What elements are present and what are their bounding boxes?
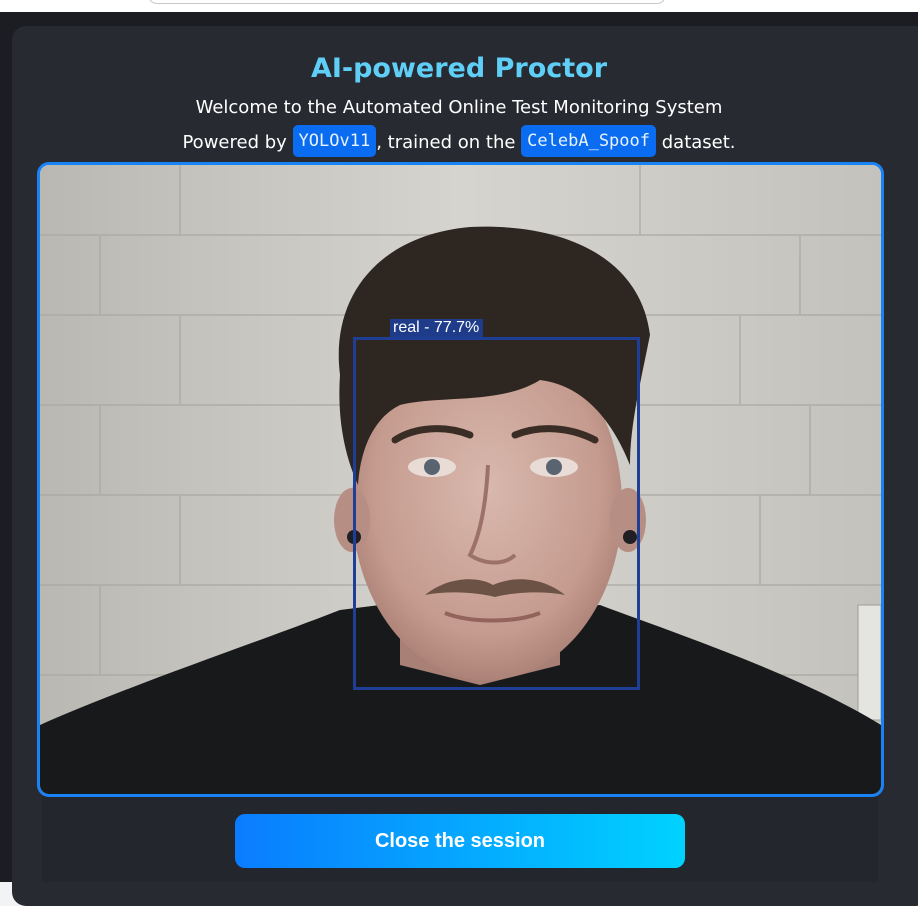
dataset-suffix: dataset. <box>661 132 736 153</box>
address-bar[interactable] <box>148 0 666 4</box>
face-detection-box <box>353 337 640 690</box>
model-name-chip: YOLOv11 <box>292 125 377 157</box>
powered-by-line: Powered by YOLOv11, trained on the Celeb… <box>0 125 918 161</box>
powered-prefix: Powered by <box>182 132 287 153</box>
browser-toolbar <box>0 0 918 12</box>
webcam-feed: real - 77.7% <box>37 162 884 797</box>
detection-label: real - 77.7% <box>390 319 484 337</box>
trained-text: , trained on the <box>376 132 516 153</box>
welcome-text: Welcome to the Automated Online Test Mon… <box>195 97 723 118</box>
close-session-button[interactable]: Close the session <box>235 814 685 868</box>
dataset-name-chip: CelebA_Spoof <box>521 125 656 157</box>
page-title: AI-powered Proctor <box>310 53 608 84</box>
